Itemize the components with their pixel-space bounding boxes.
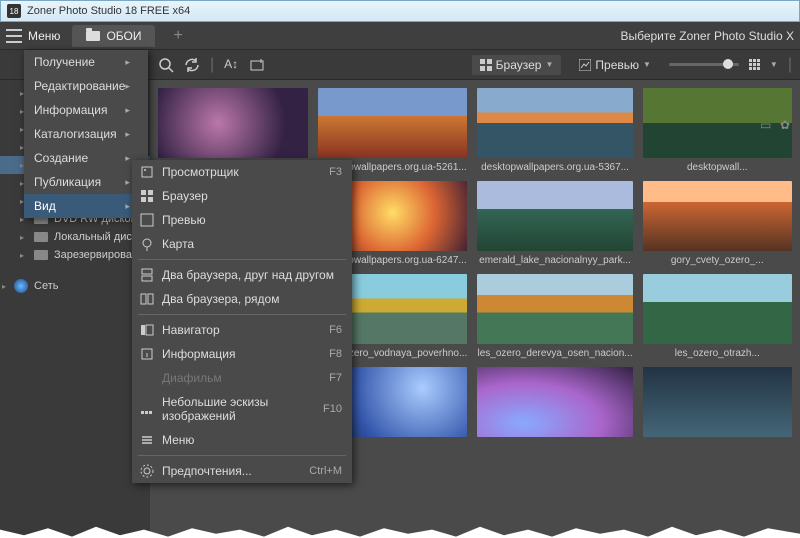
browser-icon xyxy=(140,189,154,203)
thumbnail-image xyxy=(643,181,792,251)
chevron-down-icon: ▼ xyxy=(545,60,553,69)
submenu-item[interactable]: Два браузера, рядом xyxy=(132,287,352,311)
view-submenu: ПросмотрщикF3БраузерПревьюКарта Два брауз… xyxy=(132,160,352,483)
chevron-right-icon: ▸ xyxy=(2,282,6,291)
tree-item[interactable]: ▸Локальный дис xyxy=(0,228,150,246)
thumbnail-item[interactable]: emerald_lake_nacionalnyy_park... xyxy=(477,181,632,266)
menu-item[interactable]: Получение▸ xyxy=(24,50,148,74)
preview-mode-button[interactable]: Превью ▼ xyxy=(571,55,659,75)
split-v-icon xyxy=(140,268,154,282)
chevron-down-icon[interactable]: ▼ xyxy=(770,60,778,69)
submenu-item[interactable]: Небольшие эскизы изображенийF10 xyxy=(132,390,352,428)
add-folder-icon[interactable] xyxy=(250,57,266,73)
thumbnail-label: gory_cvety_ozero_... xyxy=(643,255,792,266)
submenu-item[interactable]: Карта xyxy=(132,232,352,256)
nav-icon xyxy=(140,323,154,337)
thumbnail-item[interactable]: desktopwallpapers.org.ua-5367... xyxy=(477,88,632,173)
submenu-item[interactable]: Меню xyxy=(132,428,352,452)
menubar: Меню ОБОИ + Выберите Zoner Photo Studio … xyxy=(0,22,800,50)
chevron-right-icon: ▸ xyxy=(20,251,24,260)
thumbnail-label: emerald_lake_nacionalnyy_park... xyxy=(477,255,632,266)
preview-icon xyxy=(579,59,591,71)
menu-icon xyxy=(140,433,154,447)
thumbnail-image xyxy=(643,274,792,344)
chevron-down-icon: ▼ xyxy=(643,60,651,69)
new-tab-button[interactable]: + xyxy=(173,27,182,45)
thumbnail-label: les_ozero_derevya_osen_nacion... xyxy=(477,348,632,359)
thumbnail-image xyxy=(643,367,792,437)
menu-item[interactable]: Информация▸ xyxy=(24,98,148,122)
grid-icon xyxy=(480,59,492,71)
menu-button[interactable]: Меню xyxy=(28,29,60,43)
viewer-icon xyxy=(140,165,154,179)
submenu-item[interactable]: ИнформацияF8 xyxy=(132,342,352,366)
split-h-icon xyxy=(140,292,154,306)
info-icon xyxy=(140,347,154,361)
thumbnail-image xyxy=(477,88,632,158)
tree-item-network[interactable]: ▸Сеть xyxy=(0,276,150,296)
thumbnail-image xyxy=(158,88,308,158)
submenu-item[interactable]: НавигаторF6 xyxy=(132,318,352,342)
thumbnail-item[interactable]: les_ozero_derevya_osen_nacion... xyxy=(477,274,632,359)
menu-item[interactable]: Редактирование▸ xyxy=(24,74,148,98)
titlebar: 18 Zoner Photo Studio 18 FREE x64 xyxy=(0,0,800,22)
submenu-item[interactable]: Браузер xyxy=(132,184,352,208)
thumbnail-image xyxy=(477,274,632,344)
refresh-icon[interactable] xyxy=(184,57,200,73)
browser-mode-button[interactable]: Браузер ▼ xyxy=(472,55,562,75)
folder-icon[interactable]: ▭ xyxy=(760,118,774,132)
folder-icon xyxy=(86,31,100,41)
drive-icon xyxy=(34,250,48,260)
thumbnail-item[interactable]: gory_cvety_ozero_... xyxy=(643,181,792,266)
app-icon: 18 xyxy=(7,4,21,18)
chevron-right-icon: ▸ xyxy=(20,233,24,242)
submenu-item[interactable]: Два браузера, друг над другом xyxy=(132,263,352,287)
main-menu-dropdown: Получение▸Редактирование▸Информация▸Ката… xyxy=(24,50,148,218)
browser-mode-label: Браузер xyxy=(496,58,542,72)
window-title: Zoner Photo Studio 18 FREE x64 xyxy=(27,5,190,17)
menu-item[interactable]: Каталогизация▸ xyxy=(24,122,148,146)
menu-item[interactable]: Публикация▸ xyxy=(24,170,148,194)
drive-icon xyxy=(34,232,48,242)
tab-label: ОБОИ xyxy=(106,29,141,43)
preview-icon xyxy=(140,213,154,227)
thumbnail-item[interactable] xyxy=(643,367,792,441)
preview-mode-label: Превью xyxy=(595,58,639,72)
thumbnail-item[interactable]: les_ozero_otrazh... xyxy=(643,274,792,359)
network-icon xyxy=(14,279,28,293)
thumbnail-image xyxy=(477,367,632,437)
menu-item[interactable]: Создание▸ xyxy=(24,146,148,170)
grid-view-icon[interactable] xyxy=(749,59,760,70)
hamburger-icon[interactable] xyxy=(6,29,22,43)
thumbnail-label: desktopwall... xyxy=(643,162,792,173)
-icon xyxy=(140,371,154,385)
submenu-item[interactable]: ПросмотрщикF3 xyxy=(132,160,352,184)
submenu-item: ДиафильмF7 xyxy=(132,366,352,390)
thumbnail-label: les_ozero_otrazh... xyxy=(643,348,792,359)
search-icon[interactable] xyxy=(158,57,174,73)
zoom-slider[interactable] xyxy=(669,63,739,66)
thumbnail-image xyxy=(318,88,467,158)
thumbnail-label: desktopwallpapers.org.ua-5367... xyxy=(477,162,632,173)
tab-oboi[interactable]: ОБОИ xyxy=(72,25,155,47)
submenu-item[interactable]: Превью xyxy=(132,208,352,232)
thumbnail-image xyxy=(477,181,632,251)
prefs-icon xyxy=(140,464,154,478)
menu-item[interactable]: Вид▸ xyxy=(24,194,148,218)
thumbs-icon xyxy=(140,402,154,416)
tree-item[interactable]: ▸Зарезервирова xyxy=(0,246,150,264)
sort-icon[interactable]: A↕ xyxy=(224,57,240,73)
thumbnail-item[interactable] xyxy=(477,367,632,441)
submenu-item[interactable]: Предпочтения...Ctrl+M xyxy=(132,459,352,483)
map-icon xyxy=(140,237,154,251)
gear-icon[interactable]: ✿ xyxy=(780,118,794,132)
upgrade-link[interactable]: Выберите Zoner Photo Studio X xyxy=(620,29,794,43)
